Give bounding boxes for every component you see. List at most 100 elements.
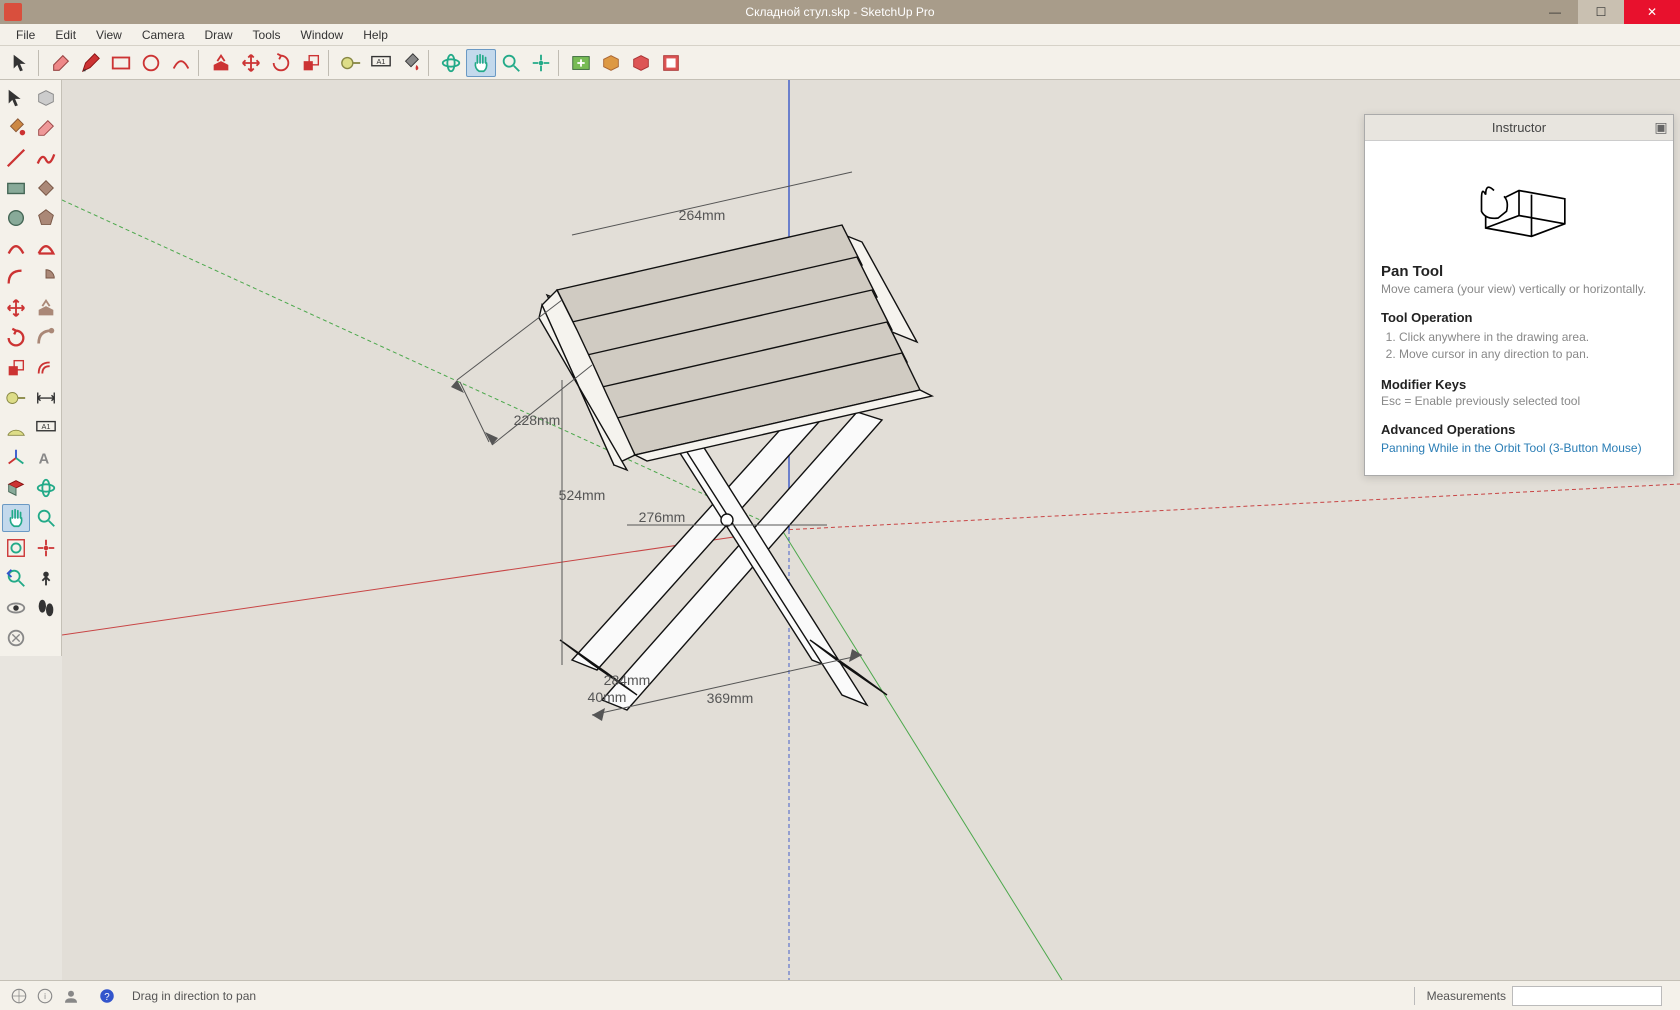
instructor-subtitle: Move camera (your view) vertically or ho…	[1381, 282, 1657, 296]
push-pull-icon[interactable]	[32, 294, 60, 322]
status-hint: Drag in direction to pan	[132, 989, 256, 1003]
pie-icon[interactable]	[32, 264, 60, 292]
axes-icon[interactable]	[2, 444, 30, 472]
walk-icon[interactable]	[32, 594, 60, 622]
paint-bucket-icon[interactable]	[2, 114, 30, 142]
instructor-title-bar[interactable]: Instructor ▣	[1365, 115, 1673, 141]
zoom-icon[interactable]	[496, 49, 526, 77]
move-icon[interactable]	[236, 49, 266, 77]
separator	[198, 50, 204, 76]
rectangle-icon[interactable]	[106, 49, 136, 77]
svg-text:A1: A1	[377, 56, 386, 65]
select-icon[interactable]	[2, 84, 30, 112]
svg-text:i: i	[44, 992, 46, 1001]
look-around-icon[interactable]	[2, 594, 30, 622]
pan-icon[interactable]	[466, 49, 496, 77]
move-icon[interactable]	[2, 294, 30, 322]
menu-bar: File Edit View Camera Draw Tools Window …	[0, 24, 1680, 46]
svg-text:284mm: 284mm	[604, 672, 651, 688]
menu-view[interactable]: View	[86, 26, 132, 44]
menu-file[interactable]: File	[6, 26, 45, 44]
svg-text:228mm: 228mm	[514, 412, 561, 428]
arc-icon[interactable]	[2, 234, 30, 262]
instructor-adv-link[interactable]: Panning While in the Orbit Tool (3-Butto…	[1381, 441, 1657, 455]
arc-icon[interactable]	[166, 49, 196, 77]
select-icon[interactable]	[6, 49, 36, 77]
rotate-icon[interactable]	[2, 324, 30, 352]
layout-icon[interactable]	[656, 49, 686, 77]
instructor-panel: Instructor ▣ Pan Tool Move camera (your …	[1364, 114, 1674, 476]
freehand-icon[interactable]	[32, 144, 60, 172]
minimize-button[interactable]: —	[1532, 0, 1578, 24]
polygon-icon[interactable]	[32, 204, 60, 232]
menu-edit[interactable]: Edit	[45, 26, 86, 44]
previous-view-icon[interactable]	[2, 564, 30, 592]
instructor-title-label: Instructor	[1492, 120, 1546, 135]
title-bar: Складной стул.skp - SketchUp Pro — ☐ ✕	[0, 0, 1680, 24]
menu-draw[interactable]: Draw	[195, 26, 243, 44]
menu-window[interactable]: Window	[291, 26, 354, 44]
svg-text:A1: A1	[42, 422, 51, 431]
two-point-arc-icon[interactable]	[32, 234, 60, 262]
separator	[38, 50, 44, 76]
close-button[interactable]: ✕	[1624, 0, 1680, 24]
dimension-264mm: 264mm	[572, 172, 852, 235]
component-icon[interactable]	[32, 84, 60, 112]
3d-text-icon[interactable]: A	[32, 444, 60, 472]
dimension-284mm: 284mm	[604, 672, 651, 688]
pan-icon[interactable]	[2, 504, 30, 532]
orbit-icon[interactable]	[436, 49, 466, 77]
svg-text:369mm: 369mm	[707, 690, 754, 706]
position-camera-icon[interactable]	[32, 564, 60, 592]
circle-icon[interactable]	[136, 49, 166, 77]
zoom-icon[interactable]	[32, 504, 60, 532]
rectangle-icon[interactable]	[2, 174, 30, 202]
geo-location-icon[interactable]	[6, 984, 32, 1008]
tape-measure-icon[interactable]	[2, 384, 30, 412]
dimension-icon[interactable]	[32, 384, 60, 412]
scale-icon[interactable]	[296, 49, 326, 77]
measurements-input[interactable]	[1512, 986, 1662, 1006]
section-icon[interactable]	[2, 474, 30, 502]
instructor-close-icon[interactable]: ▣	[1653, 120, 1669, 136]
svg-text:A: A	[39, 452, 50, 468]
push-pull-icon[interactable]	[206, 49, 236, 77]
text-icon[interactable]: A1	[366, 49, 396, 77]
scale-icon[interactable]	[2, 354, 30, 382]
section-plane-icon[interactable]	[2, 624, 30, 652]
credits-icon[interactable]: i	[32, 984, 58, 1008]
get-models-icon[interactable]	[566, 49, 596, 77]
menu-help[interactable]: Help	[353, 26, 398, 44]
pencil-icon[interactable]	[76, 49, 106, 77]
left-toolbar: A1 A	[0, 80, 62, 656]
zoom-extents-icon[interactable]	[32, 534, 60, 562]
instructor-mod-text: Esc = Enable previously selected tool	[1381, 394, 1657, 408]
extension-icon[interactable]	[596, 49, 626, 77]
share-icon[interactable]	[626, 49, 656, 77]
rotated-rect-icon[interactable]	[32, 174, 60, 202]
tape-measure-icon[interactable]	[336, 49, 366, 77]
paint-bucket-icon[interactable]	[396, 49, 426, 77]
text-tool-icon[interactable]: A1	[32, 414, 60, 442]
rotate-icon[interactable]	[266, 49, 296, 77]
protractor-icon[interactable]	[2, 414, 30, 442]
user-icon[interactable]	[58, 984, 84, 1008]
svg-text:264mm: 264mm	[679, 207, 726, 223]
zoom-extents-icon[interactable]	[526, 49, 556, 77]
follow-me-icon[interactable]	[32, 324, 60, 352]
eraser-icon[interactable]	[32, 114, 60, 142]
offset-icon[interactable]	[32, 354, 60, 382]
instructor-heading: Pan Tool	[1381, 263, 1657, 280]
line-icon[interactable]	[2, 144, 30, 172]
circle-icon[interactable]	[2, 204, 30, 232]
zoom-window-icon[interactable]	[2, 534, 30, 562]
menu-tools[interactable]: Tools	[243, 26, 291, 44]
three-point-arc-icon[interactable]	[2, 264, 30, 292]
maximize-button[interactable]: ☐	[1578, 0, 1624, 24]
window-controls: — ☐ ✕	[1532, 0, 1680, 24]
orbit-icon[interactable]	[32, 474, 60, 502]
menu-camera[interactable]: Camera	[132, 26, 195, 44]
help-icon[interactable]: ?	[94, 984, 120, 1008]
status-bar: i ? Drag in direction to pan Measurement…	[0, 980, 1680, 1010]
eraser-icon[interactable]	[46, 49, 76, 77]
